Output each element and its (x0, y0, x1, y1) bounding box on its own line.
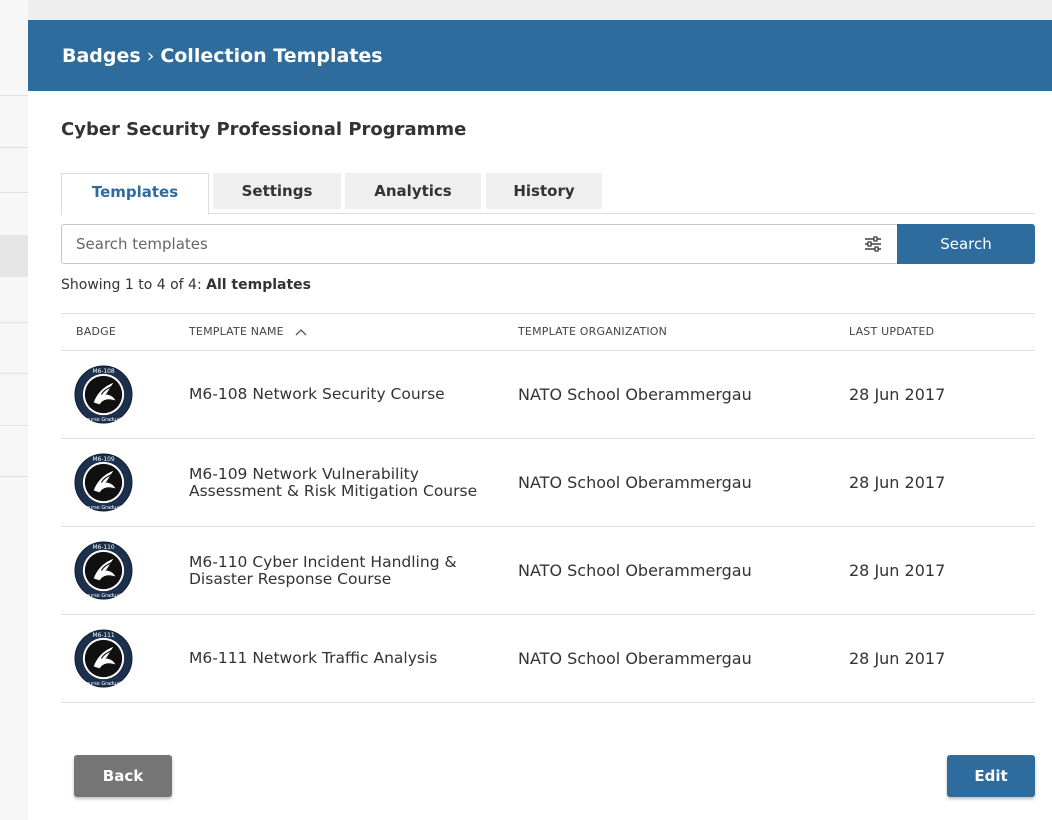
template-name-link[interactable]: M6-108 Network Security Course (189, 351, 489, 438)
edit-button[interactable]: Edit (947, 755, 1035, 797)
last-updated: 28 Jun 2017 (849, 649, 946, 668)
sidebar-divider (0, 192, 28, 193)
badge-code: M6-108 (92, 369, 114, 375)
badge-caption: Course Graduate (83, 593, 125, 599)
tab-history[interactable]: History (486, 173, 602, 209)
table-row[interactable]: M6-111 Course Graduate M6-111 Network Tr… (61, 615, 1035, 703)
template-name-link[interactable]: M6-110 Cyber Incident Handling & Disaste… (189, 527, 489, 614)
column-header-template-name-label: TEMPLATE NAME (189, 325, 284, 338)
column-header-template-name[interactable]: TEMPLATE NAME (189, 314, 308, 350)
breadcrumb-root[interactable]: Badges (62, 45, 141, 67)
eagle-badge-icon: M6-109 Course Graduate (74, 453, 133, 512)
template-organization: NATO School Oberammergau (518, 473, 752, 492)
sidebar-divider (0, 373, 28, 374)
table-row[interactable]: M6-109 Course Graduate M6-109 Network Vu… (61, 439, 1035, 527)
column-header-last-updated: LAST UPDATED (849, 325, 935, 338)
column-header-template-organization: TEMPLATE ORGANIZATION (518, 325, 668, 338)
badge-caption: Course Graduate (83, 681, 125, 687)
results-summary: Showing 1 to 4 of 4: All templates (61, 277, 311, 293)
sidebar-divider (0, 95, 28, 96)
badge-code: M6-110 (92, 545, 114, 551)
breadcrumb-separator: › (146, 44, 155, 67)
template-name-link[interactable]: M6-109 Network Vulnerability Assessment … (189, 439, 489, 526)
search-input[interactable] (61, 224, 897, 264)
template-name-link[interactable]: M6-111 Network Traffic Analysis (189, 615, 489, 702)
results-summary-prefix: Showing 1 to 4 of 4: (61, 277, 207, 293)
tab-templates[interactable]: Templates (61, 173, 209, 215)
badge-code: M6-109 (92, 457, 114, 463)
main-panel: Badges › Collection Templates Cyber Secu… (28, 20, 1052, 820)
left-sidebar-edge (0, 0, 28, 820)
last-updated: 28 Jun 2017 (849, 385, 946, 404)
tab-analytics[interactable]: Analytics (345, 173, 481, 209)
template-organization: NATO School Oberammergau (518, 649, 752, 668)
eagle-badge-icon: M6-111 Course Graduate (74, 629, 133, 688)
search-button[interactable]: Search (897, 224, 1035, 264)
template-organization: NATO School Oberammergau (518, 561, 752, 580)
sidebar-divider (0, 425, 28, 426)
last-updated: 28 Jun 2017 (849, 561, 946, 580)
chevron-up-icon (295, 329, 306, 336)
tab-settings[interactable]: Settings (213, 173, 341, 209)
eagle-badge-icon: M6-108 Course Graduate (74, 365, 133, 424)
badge-caption: Course Graduate (83, 505, 125, 511)
breadcrumb-current: Collection Templates (160, 44, 383, 67)
column-header-badge: BADGE (76, 325, 117, 338)
sidebar-divider (0, 322, 28, 323)
badge-code: M6-111 (92, 633, 114, 639)
table-header: BADGE TEMPLATE NAME TEMPLATE ORGANIZATIO… (61, 313, 1035, 351)
tab-bar: Templates Settings Analytics History (61, 173, 1035, 215)
last-updated: 28 Jun 2017 (849, 473, 946, 492)
breadcrumb: Badges › Collection Templates (28, 20, 1052, 91)
page-title: Cyber Security Professional Programme (61, 119, 467, 140)
table-row[interactable]: M6-108 Course Graduate M6-108 Network Se… (61, 351, 1035, 439)
templates-table: BADGE TEMPLATE NAME TEMPLATE ORGANIZATIO… (61, 313, 1035, 703)
sidebar-divider (0, 147, 28, 148)
badge-caption: Course Graduate (83, 417, 125, 423)
search-bar: Search (61, 224, 1035, 266)
back-button[interactable]: Back (74, 755, 172, 797)
sidebar-divider (0, 476, 28, 477)
sidebar-selected-row (0, 235, 28, 277)
filter-sliders-icon[interactable] (863, 235, 883, 253)
eagle-badge-icon: M6-110 Course Graduate (74, 541, 133, 600)
results-filter-label: All templates (206, 277, 311, 293)
template-organization: NATO School Oberammergau (518, 385, 752, 404)
table-row[interactable]: M6-110 Course Graduate M6-110 Cyber Inci… (61, 527, 1035, 615)
